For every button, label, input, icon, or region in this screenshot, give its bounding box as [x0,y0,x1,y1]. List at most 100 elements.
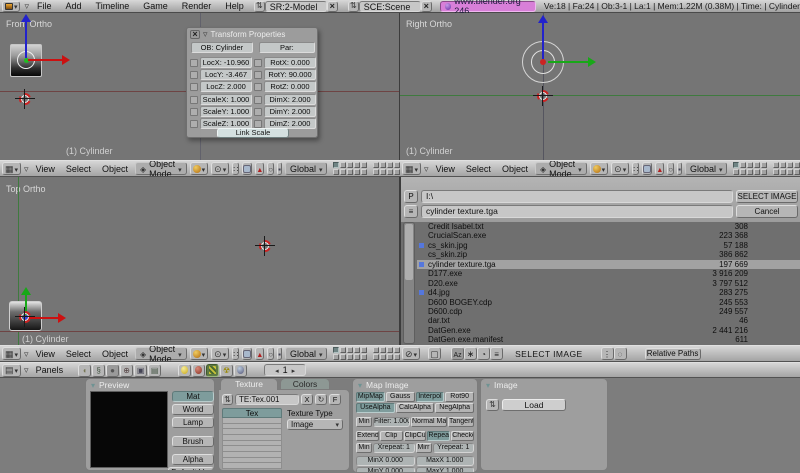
menu-item[interactable]: Render [182,1,212,11]
layer-button[interactable] [787,169,793,175]
yrepeat-field[interactable]: Yrepeat: 1 [433,443,475,453]
screen-browse-icon[interactable] [254,1,265,12]
stepper-left-icon[interactable] [275,365,279,375]
collapse-icon[interactable] [486,380,490,390]
scene-name-field[interactable]: SCE:Scene [359,1,421,12]
parent-directory-button[interactable]: P [404,190,418,203]
z-axis-arrow[interactable] [542,23,544,59]
pivot-center-icon[interactable] [232,162,239,175]
fake-user-button[interactable]: F [329,394,341,405]
file-list-scrollbar[interactable] [403,222,415,344]
mode-dropdown[interactable]: Object Mode [135,347,187,360]
layer-button[interactable] [340,169,346,175]
thumbnail-view-icon[interactable] [428,347,441,360]
layer-button[interactable] [387,162,393,168]
layer-button[interactable] [347,169,353,175]
layer-button[interactable] [761,169,767,175]
layer-button[interactable] [747,162,753,168]
map-toggle-button[interactable]: Rot90 [445,392,474,402]
file-row[interactable]: cylinder texture.tga 197 669 [417,260,800,269]
file-row[interactable]: cs_skin.zip 386 862 [417,250,800,259]
preview-type-button[interactable]: World [172,404,214,415]
layer-button[interactable] [354,169,360,175]
file-row[interactable]: D600.cdp 249 557 [417,307,800,316]
select-menu[interactable]: Select [62,349,95,359]
draw-type-dropdown[interactable] [590,162,609,175]
context-logic-icon[interactable] [78,364,91,377]
transform-properties-panel[interactable]: Transform Properties OB: Cylinder Par: L… [186,27,318,138]
layer-button[interactable] [740,162,746,168]
rotation-field[interactable]: RotZ: 0.000 [264,81,316,92]
context-object-icon[interactable] [120,364,133,377]
radiosity-buttons-icon[interactable] [220,364,233,377]
panels-menu[interactable]: Panels [32,365,68,375]
collapse-icon[interactable] [91,380,95,390]
clear-texture-button[interactable]: X [301,394,313,405]
filename-field[interactable]: cylinder texture.tga [421,205,733,218]
lock-icon[interactable] [254,71,262,79]
lock-icon[interactable] [190,108,198,116]
dimension-field[interactable]: DimX: 2.000 [264,94,316,105]
file-row[interactable]: d4.jpg 283 275 [417,288,800,297]
view-menu[interactable]: View [32,349,59,359]
lamp-buttons-icon[interactable] [178,364,191,377]
select-menu[interactable]: Select [462,164,495,174]
menu-item[interactable]: Help [225,1,244,11]
preview-type-button[interactable]: Brush [172,436,214,447]
image-browse-icon[interactable] [486,399,499,411]
layer-button[interactable] [780,169,786,175]
dimension-field[interactable]: DimY: 2.000 [264,106,316,117]
context-scene-icon[interactable] [148,364,161,377]
sort-size-icon[interactable] [490,347,503,360]
sort-extension-icon[interactable] [464,347,477,360]
normal-space-dropdown[interactable]: Tangent [448,417,474,427]
preview-type-button[interactable]: Lamp [172,417,214,428]
layer-button[interactable] [340,347,346,353]
collapse-arrow-icon[interactable] [24,1,29,11]
layer-button[interactable] [333,162,339,168]
layer-button[interactable] [373,169,379,175]
lock-icon[interactable] [254,120,262,128]
manipulator-hand-icon[interactable] [242,162,252,175]
viewport-right[interactable]: Right Ortho (1) Cylinder [400,13,800,160]
scale-manipulator-icon[interactable] [277,162,282,175]
file-row[interactable]: CrucialScan.exe 223 368 [417,231,800,240]
lock-icon[interactable] [254,96,262,104]
texture-channel-slot[interactable] [222,463,282,469]
viewport-top[interactable]: Top Ortho (1) Cylinder [0,177,400,345]
translate-manipulator-icon[interactable] [655,162,664,175]
extension-mode-button[interactable]: Clip [380,431,403,441]
lock-icon[interactable] [190,59,198,67]
3d-cursor[interactable] [19,93,31,105]
screen-name-field[interactable]: SR:2-Model [265,1,327,12]
y-axis-arrow[interactable] [548,61,588,63]
extension-mode-button[interactable]: ClipCube [404,431,427,441]
file-row[interactable]: dar.txt 46 [417,316,800,325]
3d-cursor[interactable] [259,240,271,252]
delete-screen-icon[interactable] [327,1,338,12]
layer-button[interactable] [754,169,760,175]
layer-button[interactable] [794,162,800,168]
rotation-field[interactable]: RotY: 90.000 [264,69,316,80]
layer-button[interactable] [361,347,367,353]
layer-button[interactable] [354,162,360,168]
manipulator-hand-icon[interactable] [242,347,252,360]
layer-button[interactable] [387,347,393,353]
menu-item[interactable]: Game [143,1,168,11]
alpha-toggle-button[interactable]: CalcAlpha [396,403,435,413]
crop-max-field[interactable]: MaxY 1.000 [416,467,475,473]
lock-icon[interactable] [254,83,262,91]
layer-button[interactable] [373,162,379,168]
object-menu[interactable]: Object [498,164,532,174]
x-axis-arrow[interactable] [28,59,62,61]
layer-button[interactable] [380,162,386,168]
header-collapse-icon[interactable] [24,365,29,375]
layer-button[interactable] [747,169,753,175]
directory-path-field[interactable]: I:\ [421,190,733,203]
scrollbar-thumb[interactable] [405,224,413,280]
crop-max-field[interactable]: MaxX 1.000 [416,456,475,466]
file-row[interactable]: D600 BOGEY.cdp 245 553 [417,298,800,307]
lock-icon[interactable] [190,96,198,104]
translate-manipulator-icon[interactable] [255,162,264,175]
layer-button[interactable] [361,162,367,168]
